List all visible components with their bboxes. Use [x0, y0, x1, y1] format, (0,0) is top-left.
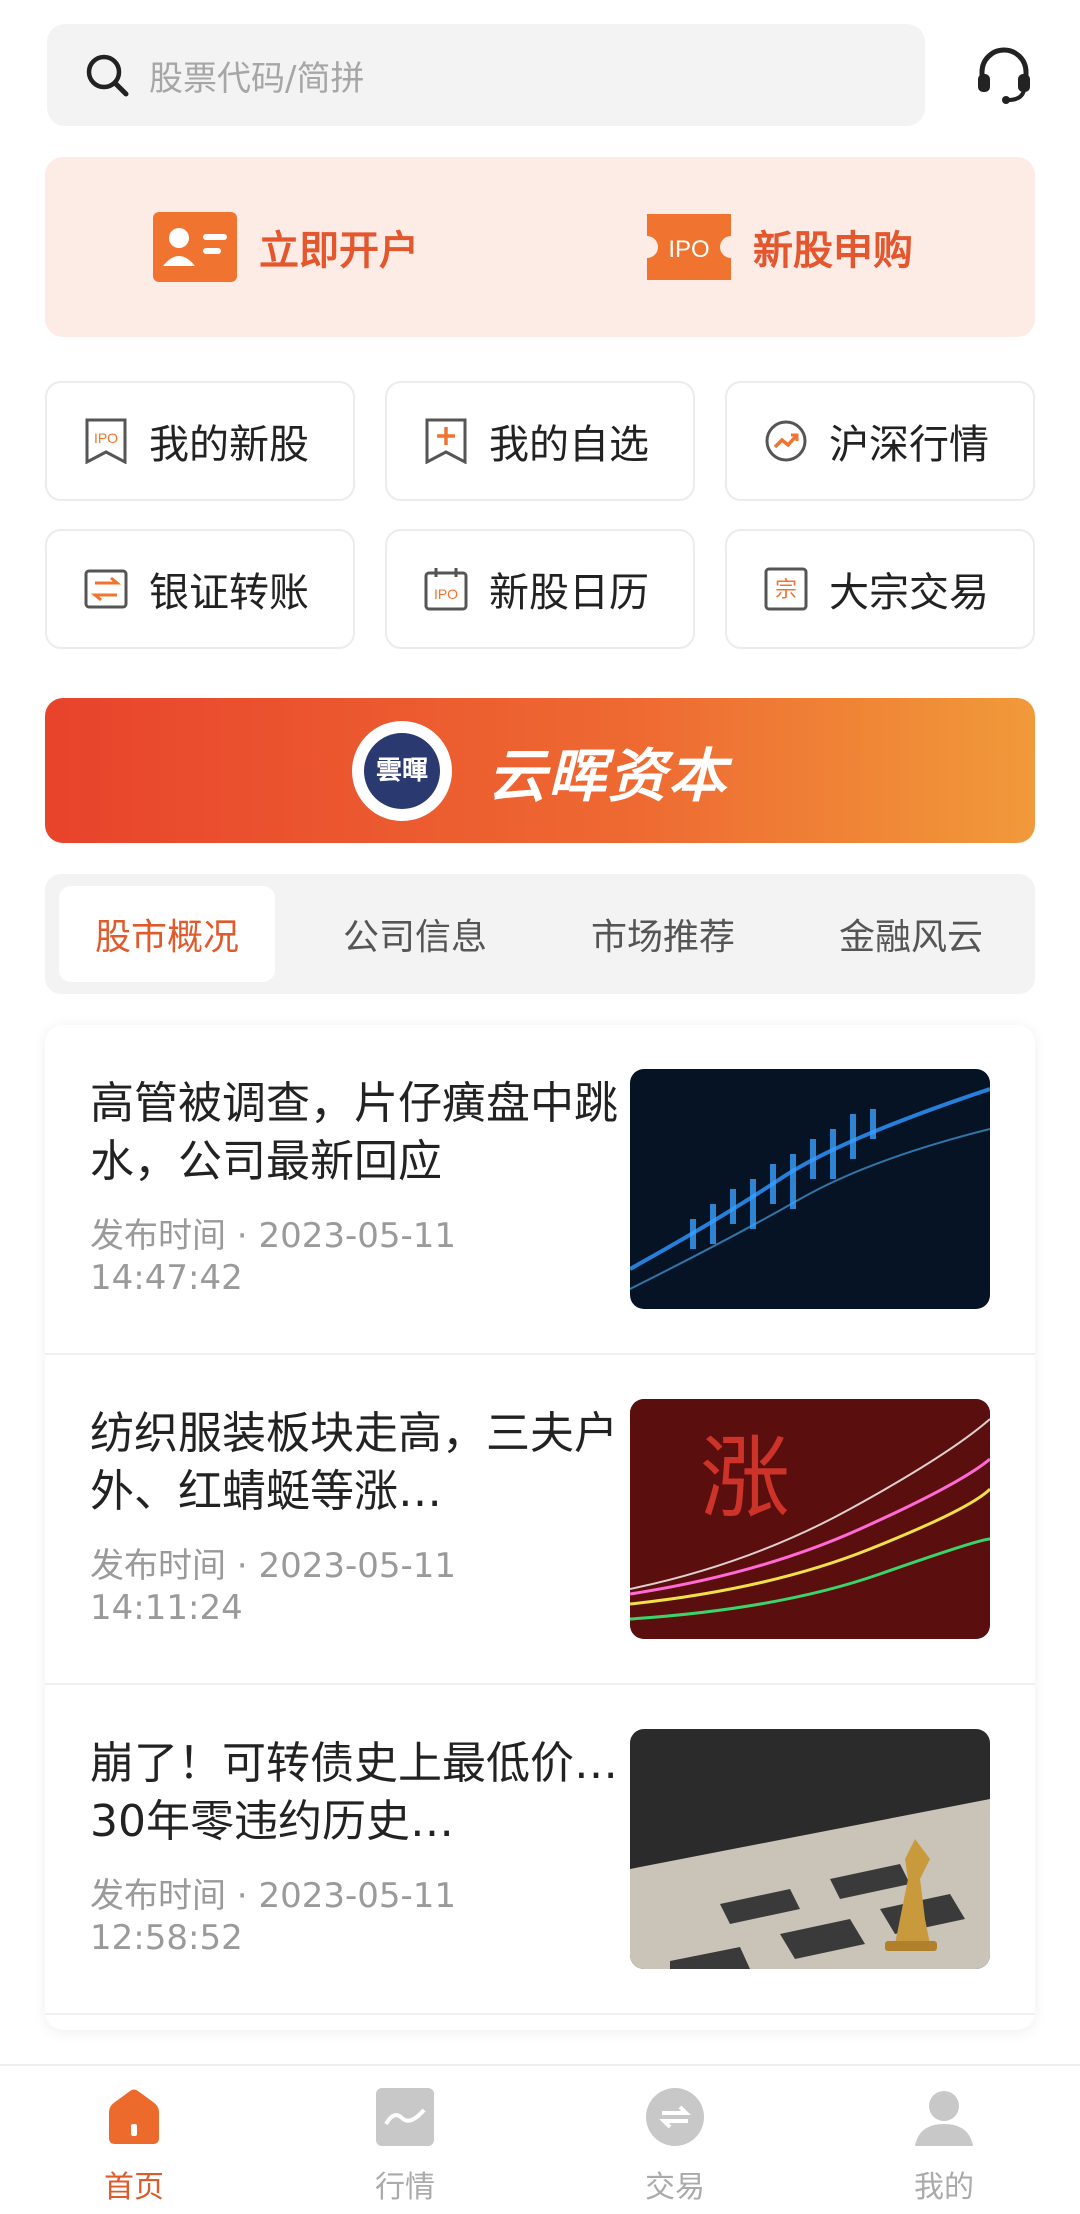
nav-home[interactable]: 首页 — [64, 2086, 204, 2206]
hs-market-button[interactable]: 沪深行情 — [725, 381, 1035, 501]
nav-market[interactable]: 行情 — [335, 2086, 475, 2206]
news-date: 2023-05-11 — [258, 1216, 457, 1256]
nav-trade[interactable]: 交易 — [605, 2086, 745, 2206]
brand-seal: 雲暉 — [363, 732, 440, 809]
news-date: 2023-05-11 — [258, 1546, 457, 1586]
news-thumbnail — [630, 1729, 990, 1969]
news-title: 崩了！可转债史上最低价…30年零违约历史… — [90, 1738, 618, 1847]
nav-label: 行情 — [375, 2170, 435, 2205]
svg-text:涨: 涨 — [700, 1426, 790, 1531]
grid-label: 沪深行情 — [829, 422, 989, 468]
news-title: 纺织服装板块走高，三夫户外、红蜻蜓等涨… — [90, 1408, 618, 1517]
nav-label: 首页 — [104, 2170, 164, 2205]
grid-label: 新股日历 — [489, 570, 649, 616]
bottom-nav: 首页 行情 交易 我的 — [0, 2064, 1080, 2214]
bookmark-plus-icon — [425, 418, 467, 464]
trade-icon — [646, 2088, 704, 2146]
news-time: 14:47:42 — [90, 1258, 243, 1298]
my-ipo-button[interactable]: IPO 我的新股 — [45, 381, 355, 501]
ipo-subscribe-button[interactable]: IPO 新股申购 — [647, 157, 913, 337]
grid-label: 我的自选 — [489, 422, 649, 468]
search-icon — [86, 54, 129, 97]
news-thumbnail — [630, 1069, 990, 1309]
home-icon — [109, 2089, 159, 2144]
promo-card: 立即开户 IPO 新股申购 — [45, 157, 1035, 337]
account-card-icon — [153, 212, 237, 282]
news-item[interactable]: 高管被调查，片仔癀盘中跳水，公司最新回应 发布时间 · 2023-05-11 1… — [45, 1025, 1035, 1355]
news-item[interactable]: 纺织服装板块走高，三夫户外、红蜻蜓等涨… 发布时间 · 2023-05-11 1… — [45, 1355, 1035, 1685]
tab-market-recommend[interactable]: 市场推荐 — [555, 886, 771, 982]
open-account-button[interactable]: 立即开户 — [153, 157, 419, 337]
news-thumbnail: 涨 — [630, 1399, 990, 1639]
brand-name: 云晖资本 — [487, 741, 728, 810]
svg-text:IPO: IPO — [94, 430, 118, 446]
search-input[interactable]: 股票代码/简拼 — [47, 24, 925, 126]
grid-label: 大宗交易 — [829, 570, 989, 616]
news-meta: 发布时间 · 2023-05-11 14:11:24 — [90, 1546, 457, 1628]
my-watchlist-button[interactable]: 我的自选 — [385, 381, 695, 501]
brand-logo: 雲暉 — [351, 720, 452, 821]
calendar-ipo-icon: IPO — [424, 568, 468, 611]
bank-transfer-button[interactable]: 银证转账 — [45, 529, 355, 649]
news-meta-label: 发布时间 — [90, 1546, 226, 1586]
block-trade-button[interactable]: 宗 大宗交易 — [725, 529, 1035, 649]
block-trade-icon: 宗 — [764, 567, 808, 611]
news-date: 2023-05-11 — [258, 1876, 457, 1916]
customer-service-icon[interactable] — [972, 42, 1036, 106]
brand-banner[interactable]: 雲暉 云晖资本 — [45, 698, 1035, 843]
ipo-icon: IPO — [85, 418, 127, 464]
svg-text:IPO: IPO — [434, 586, 458, 602]
transfer-icon — [84, 569, 128, 609]
news-tabs: 股市概况 公司信息 市场推荐 金融风云 — [45, 874, 1035, 994]
search-placeholder: 股票代码/简拼 — [149, 58, 365, 99]
profile-icon — [915, 2091, 973, 2146]
trend-icon — [765, 420, 807, 462]
tab-market-overview[interactable]: 股市概况 — [59, 886, 275, 982]
news-meta-label: 发布时间 — [90, 1216, 226, 1256]
tab-company-info[interactable]: 公司信息 — [307, 886, 523, 982]
news-meta: 发布时间 · 2023-05-11 14:47:42 — [90, 1216, 457, 1298]
search-row: 股票代码/简拼 — [47, 24, 1047, 126]
news-title: 高管被调查，片仔癀盘中跳水，公司最新回应 — [90, 1078, 618, 1187]
tab-finance-news[interactable]: 金融风云 — [803, 886, 1019, 982]
nav-label: 我的 — [914, 2170, 974, 2205]
svg-text:宗: 宗 — [775, 578, 797, 603]
nav-label: 交易 — [645, 2170, 705, 2205]
news-meta: 发布时间 · 2023-05-11 12:58:52 — [90, 1876, 457, 1958]
ipo-subscribe-label: 新股申购 — [753, 228, 913, 274]
news-time: 12:58:52 — [90, 1918, 243, 1958]
ipo-calendar-button[interactable]: IPO 新股日历 — [385, 529, 695, 649]
news-list: 高管被调查，片仔癀盘中跳水，公司最新回应 发布时间 · 2023-05-11 1… — [45, 1025, 1035, 2030]
market-icon — [376, 2088, 434, 2146]
ipo-badge-text: IPO — [668, 236, 709, 263]
nav-profile[interactable]: 我的 — [874, 2086, 1014, 2206]
ipo-ticket-icon: IPO — [647, 214, 731, 280]
news-meta-label: 发布时间 — [90, 1876, 226, 1916]
news-item[interactable]: 崩了！可转债史上最低价…30年零违约历史… 发布时间 · 2023-05-11 … — [45, 1685, 1035, 2015]
grid-label: 我的新股 — [149, 422, 309, 468]
grid-label: 银证转账 — [149, 570, 309, 616]
open-account-label: 立即开户 — [259, 228, 419, 274]
news-time: 14:11:24 — [90, 1588, 243, 1628]
